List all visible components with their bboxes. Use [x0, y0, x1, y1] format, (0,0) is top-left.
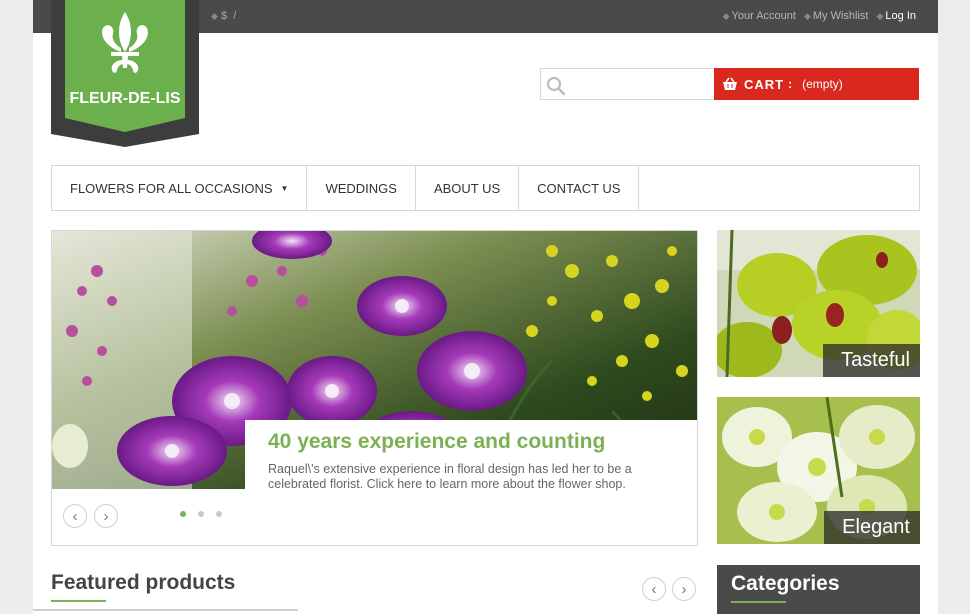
caret-down-icon: ▼: [280, 183, 289, 193]
nav-item-flowers[interactable]: FLOWERS FOR ALL OCCASIONS ▼: [52, 166, 308, 210]
nav-item-about-us[interactable]: ABOUT US: [416, 166, 520, 210]
slide-description[interactable]: Raquel\'s extensive experience in floral…: [268, 462, 648, 492]
cart-button[interactable]: CART : (empty): [714, 68, 919, 100]
slider-prev-button[interactable]: ‹: [63, 504, 87, 528]
featured-products-heading: Featured products: [51, 571, 236, 594]
nav-item-label: ABOUT US: [433, 180, 501, 196]
logo-ribbon-icon: FLEUR-DE-LIS: [51, 0, 199, 147]
chevron-right-icon: ›: [681, 580, 687, 598]
your-account-link[interactable]: ◆ Your Account: [723, 10, 796, 22]
nav-item-label: FLOWERS FOR ALL OCCASIONS: [70, 180, 273, 196]
slider-dot[interactable]: [180, 511, 186, 517]
nav-item-label: CONTACT US: [537, 180, 621, 196]
currency-symbol[interactable]: $: [221, 10, 227, 22]
log-in-link[interactable]: ◆ Log In: [876, 10, 916, 22]
chevron-left-icon: ‹: [651, 580, 657, 598]
categories-panel: Categories: [717, 565, 920, 614]
featured-prev-button[interactable]: ‹: [642, 577, 666, 601]
currency-separator: /: [233, 10, 237, 22]
main-nav: FLOWERS FOR ALL OCCASIONS ▼ WEDDINGS ABO…: [51, 165, 920, 211]
bullet-icon: ◆: [803, 11, 811, 21]
slide-caption[interactable]: 40 years experience and counting Raquel\…: [245, 420, 697, 545]
slider-dot[interactable]: [198, 511, 204, 517]
heading-underline: [51, 600, 106, 602]
categories-heading: Categories: [731, 572, 840, 595]
bullet-icon: ◆: [876, 11, 884, 21]
bullet-icon: ◆: [722, 11, 730, 21]
slide-title[interactable]: 40 years experience and counting: [268, 430, 605, 454]
slider-dots: [180, 511, 222, 517]
nav-item-label: WEDDINGS: [325, 180, 397, 196]
my-wishlist-link[interactable]: ◆ My Wishlist: [804, 10, 869, 22]
heading-underline: [731, 601, 786, 603]
search-icon[interactable]: [546, 76, 566, 96]
logo-text: FLEUR-DE-LIS: [69, 90, 180, 107]
chevron-left-icon: ‹: [72, 507, 78, 525]
cart-colon: :: [788, 77, 793, 91]
basket-icon: [723, 77, 737, 90]
my-wishlist-label: My Wishlist: [812, 10, 869, 22]
featured-next-button[interactable]: ›: [672, 577, 696, 601]
divider: [33, 609, 298, 611]
cart-status: (empty): [802, 77, 843, 91]
logo[interactable]: FLEUR-DE-LIS: [51, 0, 199, 147]
search-box[interactable]: [540, 68, 715, 100]
log-in-label: Log In: [885, 10, 916, 22]
your-account-label: Your Account: [731, 10, 796, 22]
slider-dot[interactable]: [216, 511, 222, 517]
cart-label: CART: [744, 76, 785, 92]
slider-next-button[interactable]: ›: [94, 504, 118, 528]
hero-slider: 40 years experience and counting Raquel\…: [51, 230, 698, 546]
search-input[interactable]: [571, 73, 711, 95]
banner-label: Tasteful: [823, 344, 920, 377]
chevron-right-icon: ›: [103, 507, 109, 525]
banner-label: Elegant: [824, 511, 920, 544]
nav-item-weddings[interactable]: WEDDINGS: [307, 166, 416, 210]
nav-item-contact-us[interactable]: CONTACT US: [519, 166, 640, 210]
top-links: ◆ Your Account ◆ My Wishlist ◆ Log In: [723, 10, 916, 22]
bullet-icon: ◆: [211, 11, 218, 21]
banner-tasteful[interactable]: Tasteful: [717, 230, 920, 377]
currency-selector[interactable]: ◆ $ /: [211, 10, 236, 22]
banner-elegant[interactable]: Elegant: [717, 397, 920, 544]
page: ◆ $ / ◆ Your Account ◆ My Wishlist ◆ Log In: [33, 0, 938, 614]
